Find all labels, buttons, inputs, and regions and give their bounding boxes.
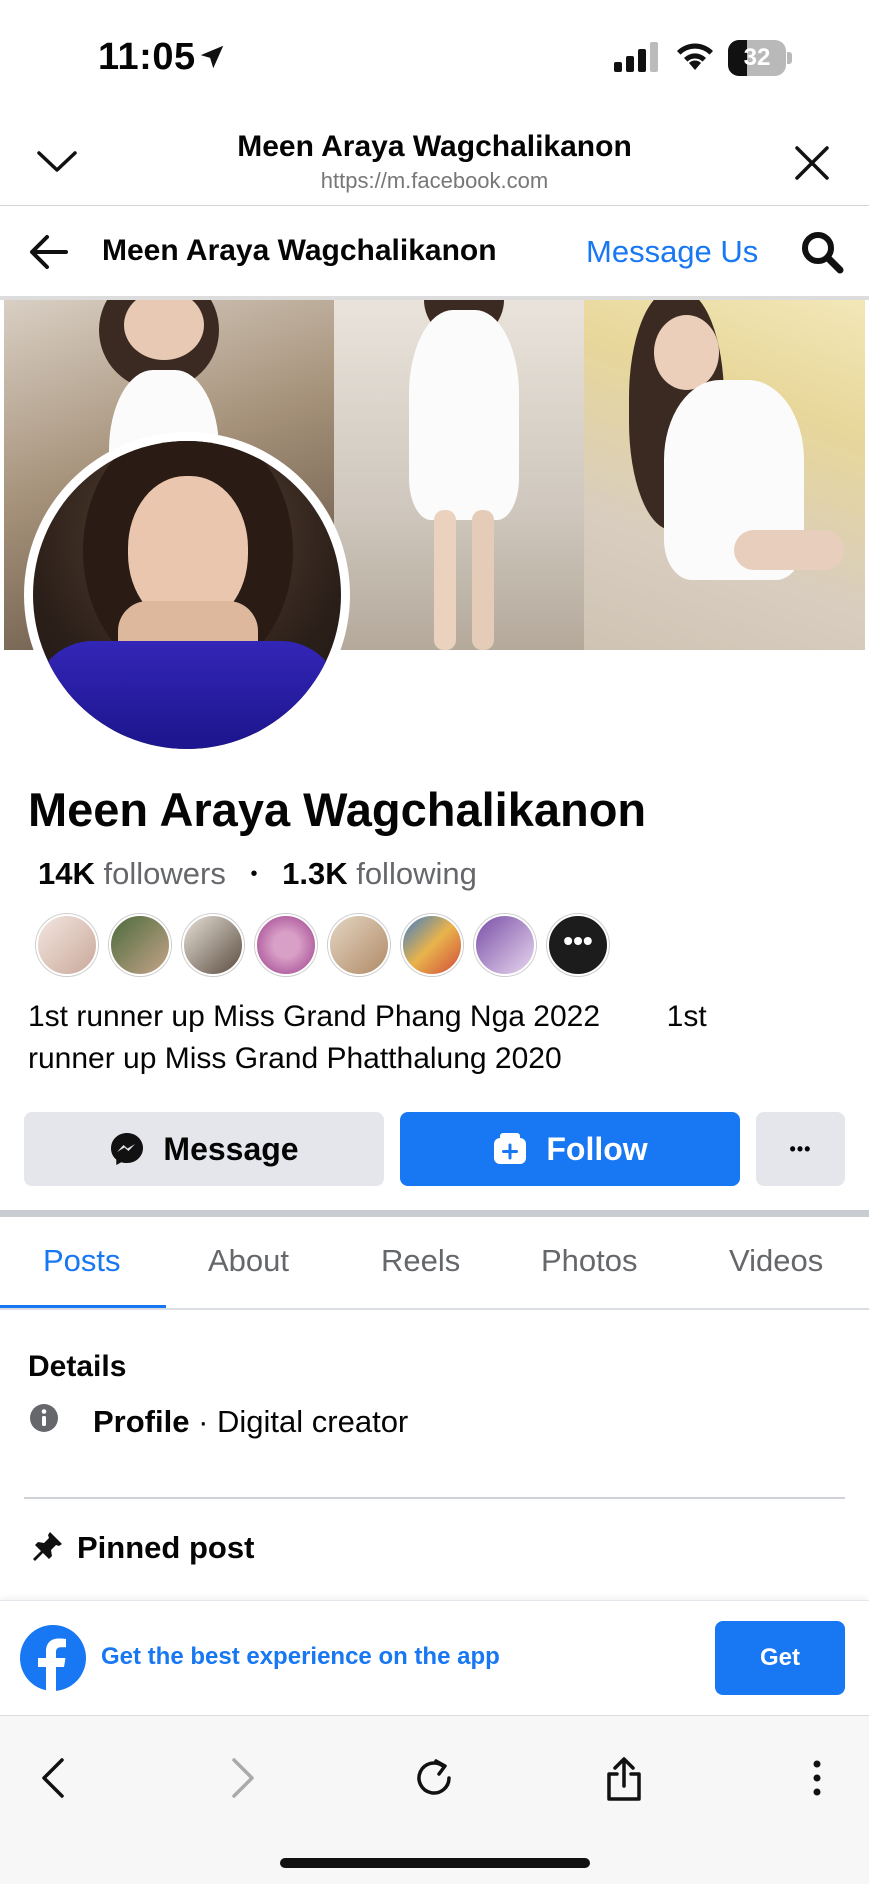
app-banner-text[interactable]: Get the best experience on the app (101, 1643, 500, 1671)
follow-icon (494, 1133, 527, 1164)
tab-photos[interactable]: Photos (541, 1243, 638, 1279)
reload-icon[interactable] (412, 1756, 456, 1800)
tab-videos[interactable]: Videos (729, 1243, 823, 1279)
location-arrow-icon (200, 45, 224, 69)
details-divider (24, 1497, 845, 1499)
cellular-signal-icon (614, 42, 658, 72)
follow-button-label: Follow (546, 1130, 648, 1167)
friend-avatar[interactable] (255, 914, 317, 976)
message-button[interactable]: Message (24, 1112, 384, 1186)
section-divider (0, 1210, 869, 1217)
more-vertical-icon[interactable] (810, 1756, 824, 1800)
share-icon[interactable] (604, 1756, 644, 1802)
tab-about[interactable]: About (208, 1243, 289, 1279)
friend-avatar[interactable] (109, 914, 171, 976)
wifi-icon (677, 43, 713, 70)
browser-url: https://m.facebook.com (320, 168, 549, 193)
bio-line: 1st runner up Miss Grand Phang Nga 2022 … (28, 1000, 707, 1033)
more-options-button[interactable]: ••• (756, 1112, 845, 1186)
info-icon (30, 1404, 58, 1432)
profile-category: Profile · Digital creator (93, 1404, 408, 1440)
browser-header: Meen Araya Wagchalikanon https://m.faceb… (0, 110, 869, 206)
followers-count[interactable]: 14K (38, 856, 95, 891)
more-options-icon: ••• (789, 1138, 812, 1159)
facebook-logo-icon (20, 1625, 86, 1691)
search-icon[interactable] (800, 230, 844, 274)
pin-icon (33, 1532, 62, 1561)
followers-label[interactable]: followers (104, 856, 226, 891)
friend-avatar[interactable] (182, 914, 244, 976)
status-bar: 11:05 32 (0, 0, 869, 110)
back-icon[interactable] (38, 1756, 68, 1800)
profile-name: Meen Araya Wagchalikanon (28, 783, 647, 836)
battery-percent: 32 (743, 44, 771, 71)
message-button-label: Message (163, 1130, 299, 1167)
browser-page-title: Meen Araya Wagchalikanon (237, 130, 632, 163)
friend-avatar[interactable] (328, 914, 390, 976)
following-count[interactable]: 1.3K (282, 856, 347, 891)
app-install-banner: Get the best experience on the app Get (0, 1600, 869, 1715)
friend-avatar[interactable] (474, 914, 536, 976)
friend-avatar[interactable] (36, 914, 98, 976)
cover-photo-panel (334, 300, 584, 650)
back-arrow-icon[interactable] (28, 234, 70, 270)
close-icon[interactable] (793, 144, 831, 182)
get-app-button[interactable]: Get (715, 1621, 845, 1695)
message-us-link[interactable]: Message Us (586, 234, 758, 270)
pinned-post-heading: Pinned post (77, 1530, 255, 1565)
battery-indicator: 32 (728, 40, 792, 76)
forward-icon[interactable] (228, 1756, 258, 1800)
fb-top-nav: Meen Araya Wagchalikanon Message Us (0, 206, 869, 300)
profile-avatar[interactable] (24, 432, 350, 758)
cover-photo-panel (584, 300, 865, 650)
following-label[interactable]: following (356, 856, 477, 891)
nav-page-title: Meen Araya Wagchalikanon (102, 234, 497, 267)
separator-dot: • (250, 863, 258, 885)
profile-category-label: Profile (93, 1404, 190, 1439)
active-tab-indicator (0, 1305, 166, 1308)
friend-avatar[interactable] (401, 914, 463, 976)
bio-line: runner up Miss Grand Phatthalung 2020 (28, 1042, 562, 1075)
home-indicator (280, 1858, 590, 1868)
follow-button[interactable]: Follow (400, 1112, 740, 1186)
details-heading: Details (28, 1350, 127, 1383)
more-friends-button[interactable]: ••• (547, 914, 609, 976)
messenger-icon (111, 1133, 144, 1165)
tab-reels[interactable]: Reels (381, 1243, 460, 1279)
browser-toolbar (0, 1715, 869, 1884)
profile-stats: 14K followers • 1.3K following (38, 856, 477, 892)
tab-posts[interactable]: Posts (43, 1243, 121, 1279)
profile-bio: 1st runner up Miss Grand Phang Nga 2022 … (28, 996, 808, 1080)
profile-tabs: Posts About Reels Photos Videos (0, 1217, 869, 1310)
status-time: 11:05 (98, 36, 196, 78)
profile-category-value: · Digital creator (189, 1404, 409, 1439)
